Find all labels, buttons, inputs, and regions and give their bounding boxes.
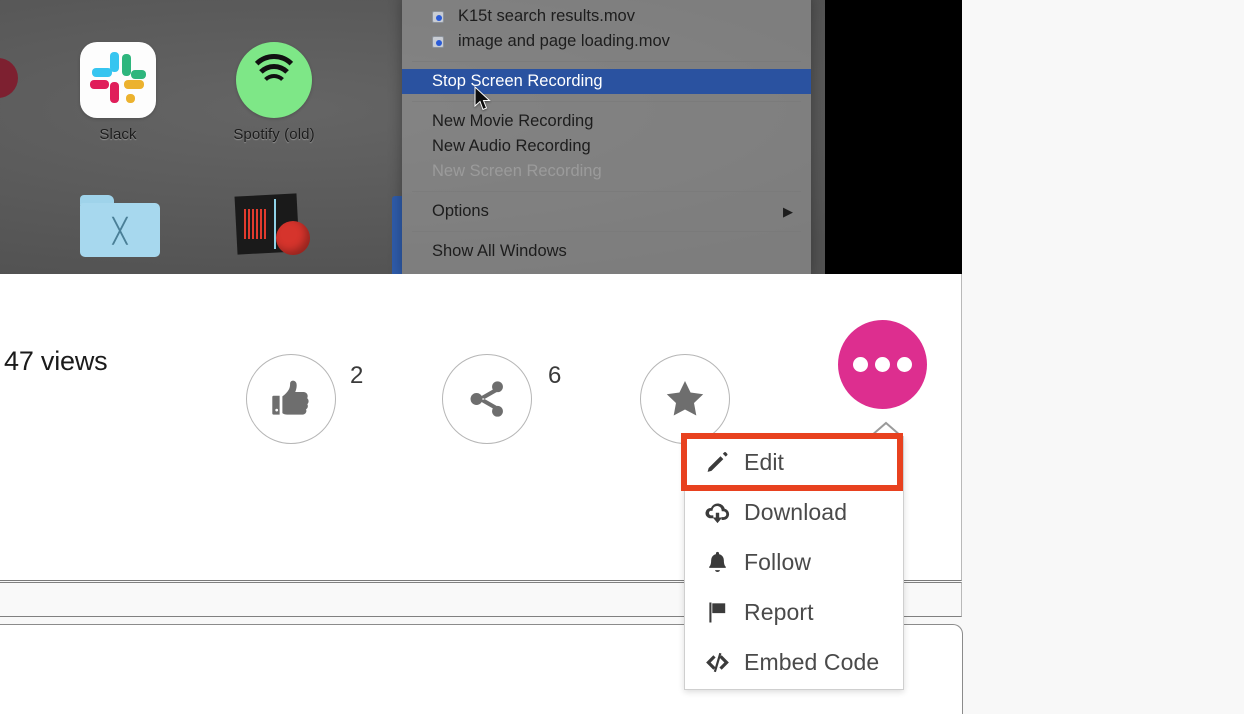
menu-item-recent-file[interactable]: image and page loading.mov: [402, 29, 811, 54]
menu-item-new-audio-recording[interactable]: New Audio Recording: [402, 134, 811, 159]
ellipsis-icon: [875, 357, 890, 372]
mouse-cursor-icon: [474, 86, 491, 111]
app-tile-utilities-folder[interactable]: ╳: [48, 195, 188, 257]
spotify-icon: [236, 42, 312, 118]
menu-separator: [412, 101, 801, 102]
menu-item-label: image and page loading.mov: [458, 32, 670, 50]
menu-item-label: New Screen Recording: [432, 162, 602, 180]
menu-item-label: K15t search results.mov: [458, 7, 635, 25]
menu-item-label: Show All Windows: [432, 242, 567, 260]
menu-item-label: New Audio Recording: [432, 137, 591, 155]
menu-item-partial[interactable]: [402, 264, 811, 274]
utilities-folder-icon: ╳: [80, 195, 160, 257]
dropdown-caret-icon: [870, 421, 902, 437]
menu-separator: [412, 61, 801, 62]
flag-icon: [703, 598, 731, 626]
dropdown-item-report[interactable]: Report: [685, 587, 903, 637]
app-tile-slack[interactable]: Slack: [48, 42, 188, 143]
view-count-label: 47 views: [4, 346, 108, 376]
like-button[interactable]: [246, 354, 336, 444]
dropdown-item-label: Download: [744, 498, 848, 525]
menu-item-recent-file[interactable]: K15t search results.mov: [402, 4, 811, 29]
menu-item-new-movie-recording[interactable]: New Movie Recording: [402, 109, 811, 134]
dropdown-item-follow[interactable]: Follow: [685, 537, 903, 587]
thumbs-up-icon: [272, 380, 309, 415]
menu-item-options[interactable]: Options ▶: [402, 199, 811, 224]
partial-app-icon: [0, 58, 18, 98]
menu-item-new-screen-recording: New Screen Recording: [402, 159, 811, 184]
share-button[interactable]: [442, 354, 532, 444]
desktop-overlay: Slack Spotify (old) ╳ K15t search result…: [0, 0, 962, 274]
share-icon: [470, 381, 503, 417]
page-background-gutter: [962, 0, 1244, 714]
share-count: 6: [548, 362, 562, 389]
dropdown-item-label: Report: [744, 598, 814, 625]
screenshot-root: Slack Spotify (old) ╳ K15t search result…: [0, 0, 1244, 714]
dropdown-item-download[interactable]: Download: [685, 487, 903, 537]
app-tile-spotify[interactable]: Spotify (old): [204, 42, 344, 143]
app-label-spotify: Spotify (old): [233, 126, 315, 143]
star-icon: [666, 380, 704, 416]
quicktime-document-icon: [432, 11, 444, 23]
app-label-slack: Slack: [99, 126, 137, 143]
bell-icon: [703, 548, 731, 576]
menu-item-show-all-windows[interactable]: Show All Windows: [402, 239, 811, 264]
pencil-icon: [703, 448, 731, 476]
app-tile-audacity[interactable]: [204, 193, 344, 257]
code-icon: [703, 648, 731, 676]
menu-item-label: Stop Screen Recording: [432, 72, 603, 90]
menu-item-stop-screen-recording[interactable]: Stop Screen Recording: [402, 69, 811, 94]
dropdown-item-label: Edit: [744, 448, 785, 475]
dropdown-item-label: Embed Code: [744, 648, 880, 675]
menu-item-label: New Movie Recording: [432, 112, 594, 130]
menu-item-label: Options: [432, 202, 489, 220]
favorite-button[interactable]: [640, 354, 730, 444]
menu-separator: [412, 231, 801, 232]
quicktime-dock-context-menu[interactable]: K15t search results.mov image and page l…: [402, 0, 811, 274]
like-count: 2: [350, 362, 364, 389]
ellipsis-icon: [897, 357, 912, 372]
more-options-dropdown[interactable]: Edit Download Follow Report Embed Code: [684, 436, 904, 690]
black-window-region: [825, 0, 962, 274]
dropdown-item-label: Follow: [744, 548, 812, 575]
quicktime-document-icon: [432, 36, 444, 48]
cloud-download-icon: [703, 498, 731, 526]
dropdown-item-embed-code[interactable]: Embed Code: [685, 637, 903, 687]
triangle-right-icon: ▶: [783, 204, 793, 219]
audacity-icon: [234, 193, 312, 257]
more-options-button[interactable]: [838, 320, 927, 409]
dropdown-item-edit[interactable]: Edit: [685, 437, 903, 487]
action-bar: 47 views 2 6: [0, 314, 962, 444]
slack-icon: [80, 42, 156, 118]
menu-separator: [412, 191, 801, 192]
ellipsis-icon: [853, 357, 868, 372]
background-window-edge: [392, 196, 402, 274]
